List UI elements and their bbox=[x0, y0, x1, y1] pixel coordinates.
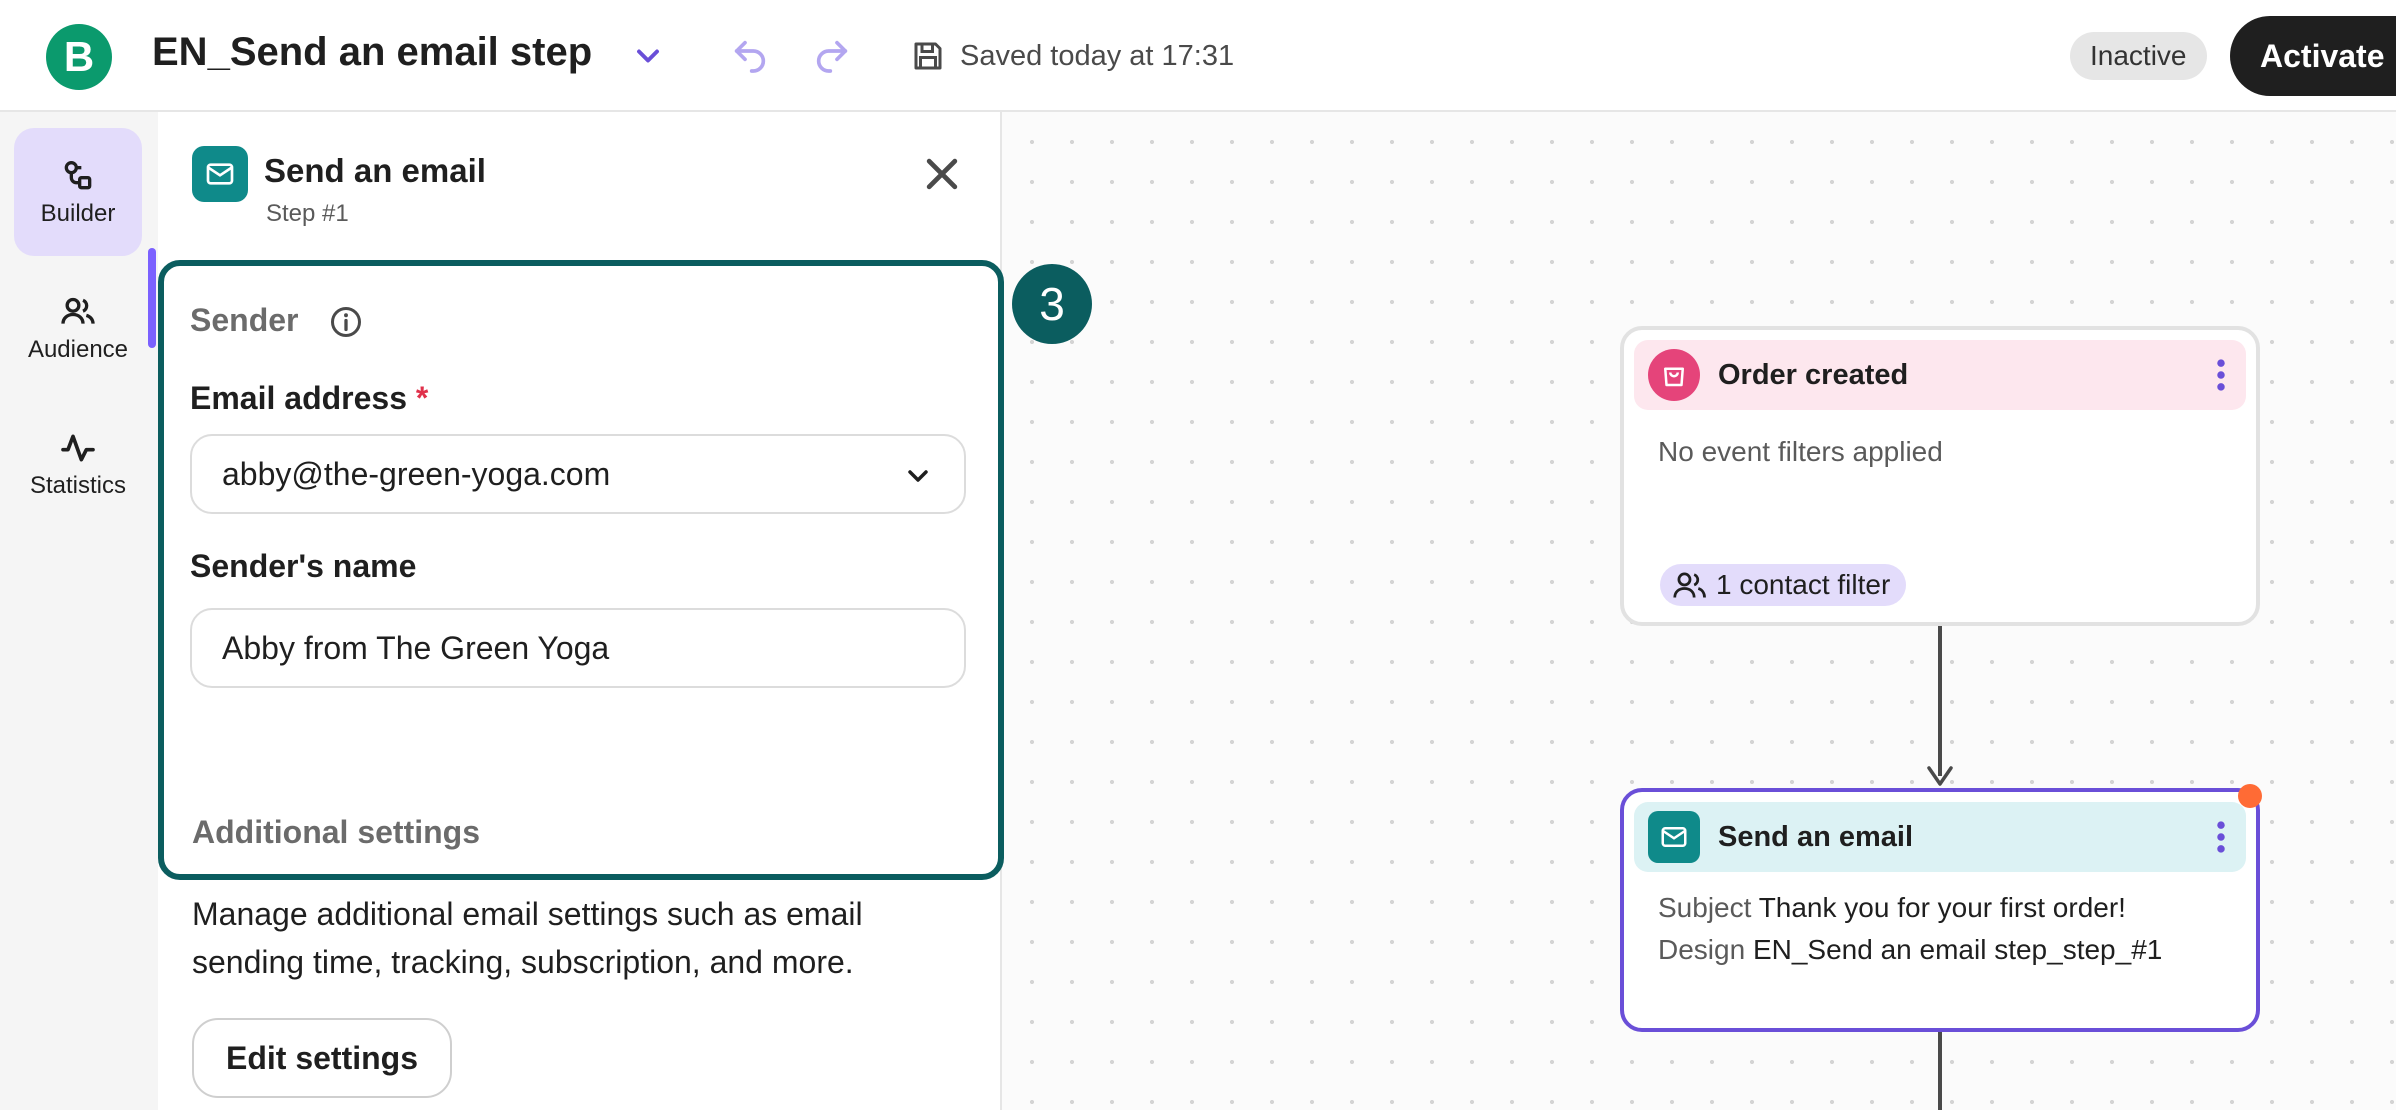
sender-heading: Sender bbox=[190, 302, 299, 338]
trigger-node-order-created[interactable]: Order created No event filters applied 1… bbox=[1620, 326, 2260, 626]
left-navigation: Builder Audience Statistics bbox=[0, 112, 158, 1110]
sender-name-value: Abby from The Green Yoga bbox=[222, 629, 610, 666]
workflow-title[interactable]: EN_Send an email step bbox=[152, 30, 592, 75]
email-design-row: Design EN_Send an email step_step_#1 bbox=[1658, 934, 2162, 966]
undo-icon[interactable] bbox=[730, 36, 770, 76]
close-icon[interactable] bbox=[920, 152, 964, 196]
panel-subtitle: Step #1 bbox=[266, 200, 349, 227]
additional-settings-description: Manage additional email settings such as… bbox=[192, 896, 863, 980]
design-label: Design bbox=[1658, 934, 1746, 965]
email-subject-row: Subject Thank you for your first order! bbox=[1658, 892, 2126, 924]
redo-icon[interactable] bbox=[812, 36, 852, 76]
kebab-menu-icon[interactable] bbox=[2214, 820, 2228, 854]
step-number-badge: 3 bbox=[1012, 264, 1092, 344]
save-icon bbox=[914, 42, 942, 70]
subject-label: Subject bbox=[1658, 892, 1752, 923]
sender-name-input[interactable]: Abby from The Green Yoga bbox=[190, 608, 966, 688]
connector-line bbox=[1938, 1032, 1942, 1110]
saved-status: Saved today at 17:31 bbox=[960, 40, 1235, 72]
panel-title: Send an email bbox=[264, 152, 486, 189]
design-value: EN_Send an email step_step_#1 bbox=[1752, 934, 2163, 965]
edit-settings-button[interactable]: Edit settings bbox=[192, 1018, 453, 1098]
action-node-send-email[interactable]: Send an email Subject Thank you for your… bbox=[1620, 788, 2260, 1032]
nav-label: Statistics bbox=[29, 472, 127, 499]
builder-icon bbox=[64, 161, 92, 190]
node-title: Order created bbox=[1718, 358, 1909, 391]
chevron-down-icon[interactable] bbox=[630, 38, 666, 74]
event-filters-text: No event filters applied bbox=[1658, 436, 1943, 467]
email-address-label-text: Email address bbox=[190, 380, 407, 416]
node-title: Send an email bbox=[1718, 820, 1914, 853]
nav-item-builder[interactable]: Builder bbox=[14, 128, 142, 256]
nav-label: Audience bbox=[27, 336, 129, 363]
nav-label: Builder bbox=[40, 200, 116, 227]
nav-item-statistics[interactable]: Statistics bbox=[14, 400, 142, 528]
contact-filter-label: 1 contact filter bbox=[1716, 569, 1891, 600]
active-nav-indicator bbox=[148, 248, 156, 348]
status-badge: Inactive bbox=[2070, 32, 2207, 80]
statistics-icon bbox=[61, 434, 95, 462]
additional-settings-heading: Additional settings bbox=[192, 814, 480, 850]
node-header: Send an email bbox=[1634, 802, 2246, 872]
info-icon[interactable] bbox=[328, 304, 364, 340]
audience-icon bbox=[61, 297, 95, 324]
top-header: B EN_Send an email step Saved today at 1… bbox=[0, 0, 2396, 112]
warning-dot bbox=[2238, 784, 2262, 808]
contact-filter-badge[interactable]: 1 contact filter bbox=[1660, 564, 1907, 606]
shopping-bag-icon bbox=[1648, 349, 1700, 401]
chevron-down-icon bbox=[908, 470, 928, 482]
required-mark: * bbox=[415, 380, 429, 416]
subject-value: Thank you for your first order! bbox=[1758, 892, 2126, 923]
mail-icon bbox=[192, 146, 248, 202]
sender-section: Sender Email address * abby@the-green-yo… bbox=[158, 260, 1004, 880]
email-address-label: Email address * bbox=[190, 380, 428, 417]
mail-icon bbox=[1648, 811, 1700, 863]
kebab-menu-icon[interactable] bbox=[2214, 358, 2228, 392]
email-address-value: abby@the-green-yoga.com bbox=[222, 455, 611, 492]
users-icon bbox=[1673, 572, 1706, 598]
sender-name-label: Sender's name bbox=[190, 548, 417, 584]
email-address-select[interactable]: abby@the-green-yoga.com bbox=[190, 434, 966, 514]
step-settings-panel: Send an email Step #1 Sender Email addre… bbox=[158, 112, 1004, 1110]
activate-button[interactable]: Activate bbox=[2230, 16, 2396, 96]
connector-line bbox=[1938, 626, 1942, 776]
nav-item-audience[interactable]: Audience bbox=[14, 264, 142, 392]
node-header: Order created bbox=[1634, 340, 2246, 410]
brevo-logo[interactable]: B bbox=[46, 24, 112, 90]
arrow-down-icon bbox=[1927, 766, 1953, 786]
